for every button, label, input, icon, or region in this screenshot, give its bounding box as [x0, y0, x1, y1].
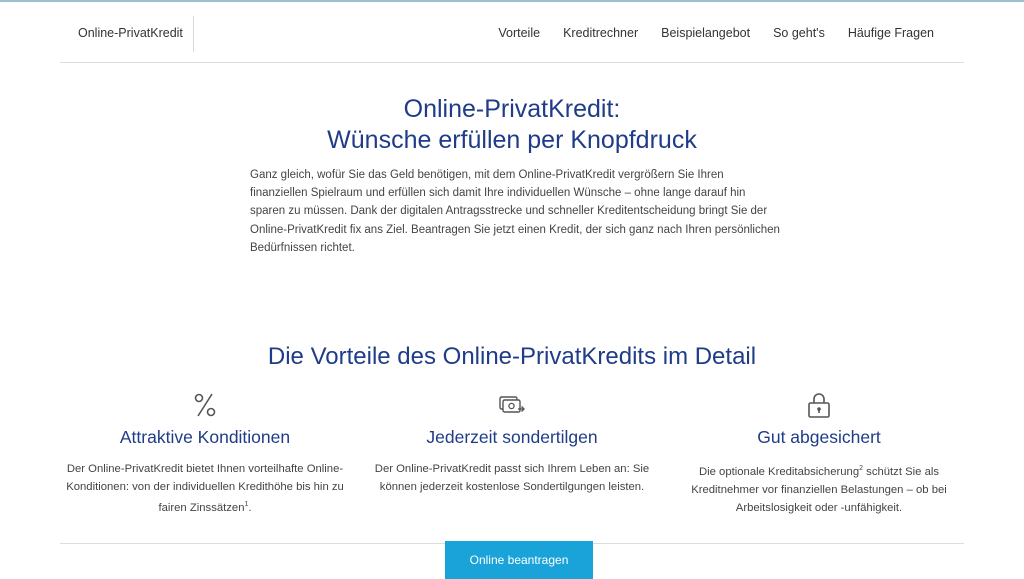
nav-item-so-gehts[interactable]: So geht's: [773, 26, 825, 40]
feature-gut-abgesichert: Gut abgesichert Die optionale Kreditabsi…: [674, 390, 964, 517]
main-nav: Vorteile Kreditrechner Beispielangebot S…: [498, 26, 934, 40]
nav-item-kreditrechner[interactable]: Kreditrechner: [563, 26, 638, 40]
page-title-line1: Online-PrivatKredit:: [403, 95, 621, 123]
nav-item-haeufige-fragen[interactable]: Häufige Fragen: [848, 26, 934, 40]
feature-jederzeit-sondertilgen: Jederzeit sondertilgen Der Online-Privat…: [367, 390, 657, 496]
percent-icon: [60, 390, 350, 420]
intro-text: Ganz gleich, wofür Sie das Geld benötige…: [250, 169, 780, 254]
feature-text: Der Online-PrivatKredit passt sich Ihrem…: [374, 463, 650, 493]
logo-divider: [193, 16, 194, 52]
nav-item-beispielangebot[interactable]: Beispielangebot: [661, 26, 750, 40]
apply-online-button[interactable]: Online beantragen: [445, 541, 593, 579]
site-logo[interactable]: Online-PrivatKredit: [78, 26, 183, 40]
lock-icon: [674, 390, 964, 420]
nav-item-vorteile[interactable]: Vorteile: [498, 26, 540, 40]
feature-title: Attraktive Konditionen: [119, 427, 291, 447]
page-title: Online-PrivatKredit: Wünsche erfüllen pe…: [0, 94, 1024, 156]
feature-title: Jederzeit sondertilgen: [426, 427, 598, 447]
page-title-line2: Wünsche erfüllen per Knopfdruck: [327, 126, 697, 154]
feature-title: Gut abgesichert: [757, 427, 881, 447]
money-transfer-icon: [367, 390, 657, 420]
feature-text: Der Online-PrivatKredit bietet Ihnen vor…: [66, 463, 344, 514]
site-header: Online-PrivatKredit Vorteile Kreditrechn…: [60, 2, 964, 63]
advantages-title: Die Vorteile des Online-PrivatKredits im…: [267, 343, 757, 370]
feature-attraktive-konditionen: Attraktive Konditionen Der Online-Privat…: [60, 390, 350, 517]
feature-text: Die optionale Kreditabsicherung2 schützt…: [691, 465, 947, 514]
